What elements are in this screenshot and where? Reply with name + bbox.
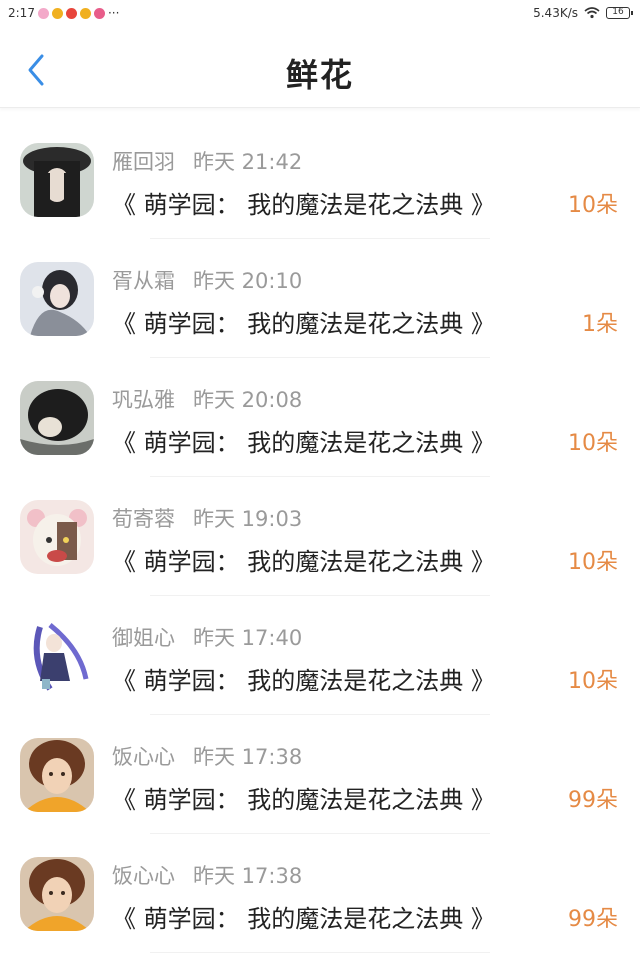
user-name[interactable]: 雁回羽 [112,146,175,176]
record-meta: 雁回羽 昨天 21:42 [112,146,302,176]
status-bar-left: 2:17 ··· [8,6,119,20]
flower-count: 99朵 [568,907,618,932]
avatar[interactable] [20,381,94,455]
avatar[interactable] [20,857,94,931]
timestamp: 昨天 20:08 [193,388,303,412]
wifi-icon [584,7,600,19]
record-meta: 饭心心 昨天 17:38 [112,741,302,771]
battery-icon: 16 [606,7,633,19]
timestamp: 昨天 21:42 [193,150,303,174]
clock: 2:17 [8,6,35,20]
list-item[interactable]: 饭心心 昨天 17:38 《 萌学园： 我的魔法是花之法典 》 99朵 [0,715,640,834]
app-header: 鲜花 [0,30,640,108]
flower-count: 99朵 [568,788,618,813]
flower-record-list: 雁回羽 昨天 21:42 《 萌学园： 我的魔法是花之法典 》 10朵 胥从霜 … [0,120,640,953]
user-name[interactable]: 饭心心 [112,741,175,771]
record-meta: 饭心心 昨天 17:38 [112,860,302,890]
timestamp: 昨天 20:10 [193,269,303,293]
avatar[interactable] [20,262,94,336]
flower-count: 10朵 [568,431,618,456]
notification-icon [37,7,49,19]
record-meta: 御姐心 昨天 17:40 [112,622,302,652]
notification-icon [51,7,63,19]
avatar[interactable] [20,738,94,812]
flower-count: 10朵 [568,669,618,694]
notification-icon [93,7,105,19]
book-title[interactable]: 《 萌学园： 我的魔法是花之法典 》 [112,423,495,458]
book-title[interactable]: 《 萌学园： 我的魔法是花之法典 》 [112,780,495,815]
list-item[interactable]: 饭心心 昨天 17:38 《 萌学园： 我的魔法是花之法典 》 99朵 [0,834,640,953]
book-title[interactable]: 《 萌学园： 我的魔法是花之法典 》 [112,661,495,696]
user-name[interactable]: 巩弘雅 [112,384,175,414]
user-name[interactable]: 荀寄蓉 [112,503,175,533]
timestamp: 昨天 17:40 [193,626,303,650]
user-name[interactable]: 胥从霜 [112,265,175,295]
book-title[interactable]: 《 萌学园： 我的魔法是花之法典 》 [112,185,495,220]
avatar[interactable] [20,619,94,693]
timestamp: 昨天 17:38 [193,864,303,888]
flower-count: 1朵 [582,312,618,337]
flower-count: 10朵 [568,193,618,218]
timestamp: 昨天 17:38 [193,745,303,769]
more-notifications: ··· [107,6,120,20]
book-title[interactable]: 《 萌学园： 我的魔法是花之法典 》 [112,304,495,339]
status-bar-right: 5.43K/s 16 [533,6,633,20]
list-item[interactable]: 御姐心 昨天 17:40 《 萌学园： 我的魔法是花之法典 》 10朵 [0,596,640,715]
record-meta: 胥从霜 昨天 20:10 [112,265,302,295]
list-item[interactable]: 胥从霜 昨天 20:10 《 萌学园： 我的魔法是花之法典 》 1朵 [0,239,640,358]
user-name[interactable]: 饭心心 [112,860,175,890]
page-title: 鲜花 [285,56,354,94]
book-title[interactable]: 《 萌学园： 我的魔法是花之法典 》 [112,542,495,577]
status-bar: 2:17 ··· 5.43K/s 16 [0,0,640,26]
user-name[interactable]: 御姐心 [112,622,175,652]
record-meta: 巩弘雅 昨天 20:08 [112,384,302,414]
list-item[interactable]: 雁回羽 昨天 21:42 《 萌学园： 我的魔法是花之法典 》 10朵 [0,120,640,239]
network-speed: 5.43K/s [533,6,578,20]
list-item[interactable]: 巩弘雅 昨天 20:08 《 萌学园： 我的魔法是花之法典 》 10朵 [0,358,640,477]
flower-count: 10朵 [568,550,618,575]
notification-icon [65,7,77,19]
avatar[interactable] [20,143,94,217]
notification-icon [79,7,91,19]
timestamp: 昨天 19:03 [193,507,303,531]
avatar[interactable] [20,500,94,574]
book-title[interactable]: 《 萌学园： 我的魔法是花之法典 》 [112,899,495,934]
list-item[interactable]: 荀寄蓉 昨天 19:03 《 萌学园： 我的魔法是花之法典 》 10朵 [0,477,640,596]
record-meta: 荀寄蓉 昨天 19:03 [112,503,302,533]
